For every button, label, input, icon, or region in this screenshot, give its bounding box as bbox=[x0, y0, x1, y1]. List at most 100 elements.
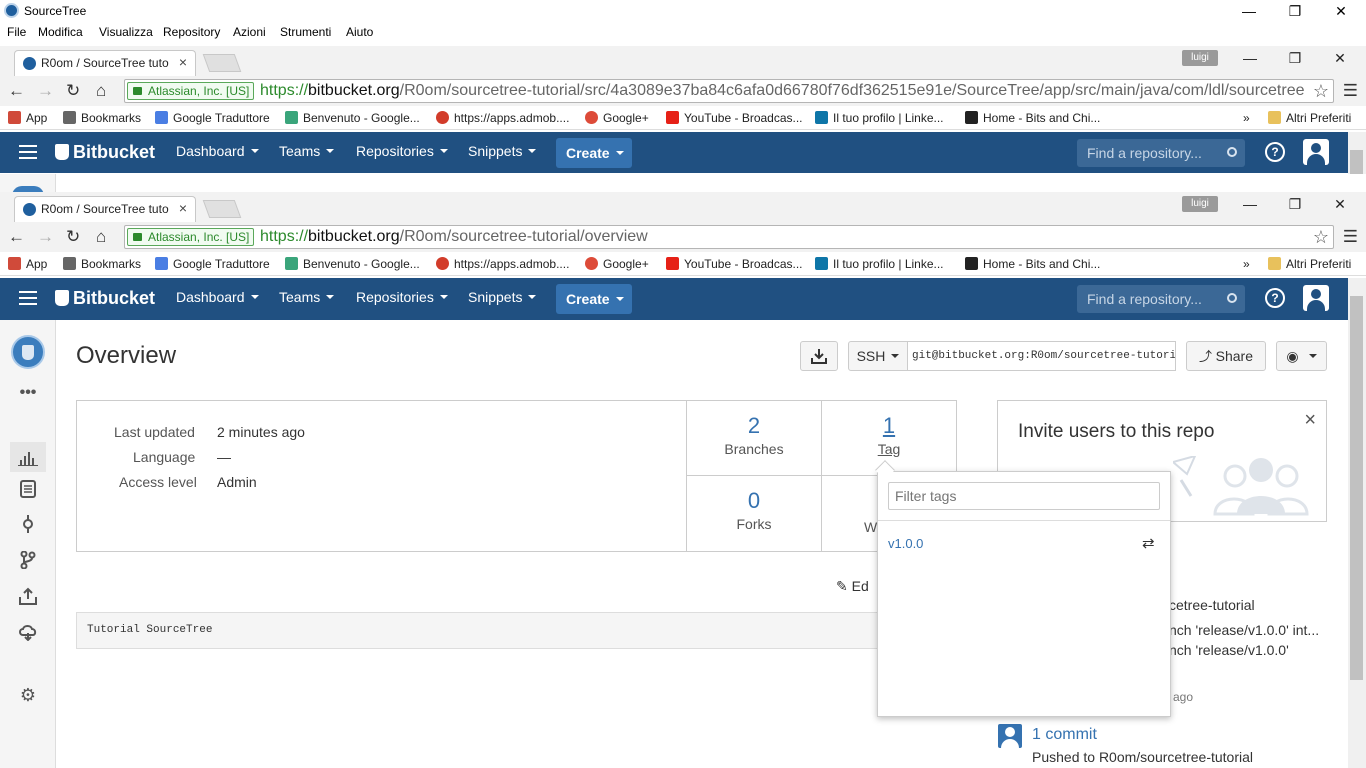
browser-restore-button[interactable]: ❐ bbox=[1275, 50, 1315, 67]
find-repo-input[interactable]: Find a repository... bbox=[1077, 285, 1245, 313]
nav-repositories[interactable]: Repositories bbox=[356, 289, 448, 305]
browser-close-button[interactable]: ✕ bbox=[1320, 196, 1360, 213]
url-field[interactable]: Atlassian, Inc. [US] https://bitbucket.o… bbox=[124, 225, 1334, 249]
reload-icon[interactable]: ↻ bbox=[66, 81, 80, 101]
branches-icon[interactable] bbox=[18, 550, 38, 570]
profile-badge[interactable]: luigi bbox=[1182, 196, 1218, 212]
bookmark-item[interactable]: Home - Bits and Chi... bbox=[965, 111, 1100, 125]
security-indicator[interactable]: Atlassian, Inc. [US] bbox=[127, 82, 255, 100]
bookmark-item[interactable]: Benvenuto - Google... bbox=[285, 111, 420, 125]
close-icon[interactable]: × bbox=[1304, 409, 1316, 432]
new-tab-button[interactable] bbox=[202, 54, 242, 72]
bookmark-item[interactable]: YouTube - Broadcas... bbox=[666, 111, 803, 125]
filter-tags-input[interactable] bbox=[888, 482, 1160, 510]
hamburger-icon[interactable] bbox=[19, 145, 37, 159]
menu-azioni[interactable]: Azioni bbox=[233, 25, 266, 39]
scrollbar-2[interactable] bbox=[1348, 278, 1366, 768]
nav-teams[interactable]: Teams bbox=[279, 289, 335, 305]
protocol-dropdown[interactable]: SSH bbox=[848, 341, 908, 371]
bookmark-item[interactable]: Il tuo profilo | Linke... bbox=[815, 111, 944, 125]
reload-icon[interactable]: ↻ bbox=[66, 227, 80, 247]
nav-snippets[interactable]: Snippets bbox=[468, 289, 537, 305]
menu-file[interactable]: File bbox=[7, 25, 26, 39]
bookmark-item[interactable]: Il tuo profilo | Linke... bbox=[815, 257, 944, 271]
source-icon[interactable] bbox=[18, 480, 38, 498]
scrollbar-1[interactable] bbox=[1348, 132, 1366, 174]
menu-modifica[interactable]: Modifica bbox=[38, 25, 83, 39]
other-bookmarks[interactable]: Altri Preferiti bbox=[1268, 257, 1351, 271]
help-icon[interactable]: ? bbox=[1265, 142, 1285, 162]
browser-restore-button[interactable]: ❐ bbox=[1275, 196, 1315, 213]
tag-item-v1-0-0[interactable]: v1.0.0 bbox=[888, 536, 923, 551]
minimize-button[interactable]: — bbox=[1226, 0, 1272, 22]
forward-icon[interactable]: → bbox=[37, 227, 54, 247]
clone-url-input[interactable]: git@bitbucket.org:R0om/sourcetree-tutori… bbox=[908, 341, 1176, 371]
branches-stat[interactable]: 2 Branches bbox=[686, 401, 821, 476]
nav-snippets[interactable]: Snippets bbox=[468, 143, 537, 159]
forward-icon[interactable]: → bbox=[37, 81, 54, 101]
back-icon[interactable]: ← bbox=[8, 227, 25, 247]
browser-minimize-button[interactable]: — bbox=[1230, 50, 1270, 66]
downloads-icon[interactable] bbox=[18, 587, 38, 605]
close-button[interactable]: ✕ bbox=[1318, 0, 1364, 22]
browser-minimize-button[interactable]: — bbox=[1230, 196, 1270, 212]
avatar[interactable] bbox=[1303, 285, 1329, 311]
other-bookmarks[interactable]: Altri Preferiti bbox=[1268, 111, 1351, 125]
bookmark-item[interactable]: Bookmarks bbox=[63, 111, 141, 125]
commit-link[interactable]: 1 commit bbox=[1032, 726, 1097, 744]
close-tab-icon[interactable]: × bbox=[179, 200, 187, 216]
bookmark-item[interactable]: Bookmarks bbox=[63, 257, 141, 271]
bookmark-item[interactable]: Google Traduttore bbox=[155, 257, 270, 271]
cloud-deploy-icon[interactable] bbox=[18, 623, 38, 642]
bookmark-item[interactable]: https://apps.admob.... bbox=[436, 111, 569, 125]
menu-visualizza[interactable]: Visualizza bbox=[99, 25, 153, 39]
bookmark-item[interactable]: Google Traduttore bbox=[155, 111, 270, 125]
bookmark-apps[interactable]: App bbox=[8, 111, 47, 125]
nav-teams[interactable]: Teams bbox=[279, 143, 335, 159]
menu-aiuto[interactable]: Aiuto bbox=[346, 25, 373, 39]
browser-menu-icon[interactable]: ☰ bbox=[1343, 81, 1358, 101]
bookmarks-overflow[interactable]: » bbox=[1243, 257, 1250, 271]
create-button[interactable]: Create bbox=[556, 138, 632, 168]
create-button[interactable]: Create bbox=[556, 284, 632, 314]
bookmark-item[interactable]: Google+ bbox=[585, 111, 649, 125]
overview-chart-icon[interactable] bbox=[10, 442, 46, 472]
nav-repositories[interactable]: Repositories bbox=[356, 143, 448, 159]
security-indicator[interactable]: Atlassian, Inc. [US] bbox=[127, 228, 255, 246]
new-tab-button[interactable] bbox=[202, 200, 242, 218]
compare-shuffle-icon[interactable]: ⇄ bbox=[1142, 534, 1155, 552]
bookmark-item[interactable]: Home - Bits and Chi... bbox=[965, 257, 1100, 271]
bookmark-item[interactable]: Google+ bbox=[585, 257, 649, 271]
commits-icon[interactable] bbox=[18, 515, 38, 533]
settings-gear-icon[interactable]: ⚙ bbox=[18, 685, 38, 705]
find-repo-input[interactable]: Find a repository... bbox=[1077, 139, 1245, 167]
browser-tab-1[interactable]: R0om / SourceTree tutoria × bbox=[14, 50, 196, 76]
browser-close-button[interactable]: ✕ bbox=[1320, 50, 1360, 67]
user-avatar-icon[interactable] bbox=[998, 724, 1022, 748]
bookmark-apps[interactable]: App bbox=[8, 257, 47, 271]
menu-repository[interactable]: Repository bbox=[163, 25, 220, 39]
maximize-button[interactable]: ❐ bbox=[1272, 0, 1318, 22]
bitbucket-logo[interactable]: Bitbucket bbox=[55, 288, 155, 309]
nav-dashboard[interactable]: Dashboard bbox=[176, 289, 259, 305]
repo-avatar[interactable] bbox=[11, 335, 45, 369]
bookmark-item[interactable]: https://apps.admob.... bbox=[436, 257, 569, 271]
share-button[interactable]: ⤴ Share bbox=[1186, 341, 1266, 371]
bookmark-star-icon[interactable]: ☆ bbox=[1313, 227, 1329, 248]
forks-stat[interactable]: 0 Forks bbox=[686, 476, 821, 551]
download-button[interactable] bbox=[800, 341, 838, 371]
hamburger-icon[interactable] bbox=[19, 291, 37, 305]
nav-dashboard[interactable]: Dashboard bbox=[176, 143, 259, 159]
bitbucket-logo[interactable]: Bitbucket bbox=[55, 142, 155, 163]
bookmark-item[interactable]: YouTube - Broadcas... bbox=[666, 257, 803, 271]
bookmark-item[interactable]: Benvenuto - Google... bbox=[285, 257, 420, 271]
browser-tab-2[interactable]: R0om / SourceTree tutoria × bbox=[14, 196, 196, 222]
browser-menu-icon[interactable]: ☰ bbox=[1343, 227, 1358, 247]
avatar[interactable] bbox=[1303, 139, 1329, 165]
menu-strumenti[interactable]: Strumenti bbox=[280, 25, 331, 39]
close-tab-icon[interactable]: × bbox=[179, 54, 187, 70]
bookmarks-overflow[interactable]: » bbox=[1243, 111, 1250, 125]
url-field[interactable]: Atlassian, Inc. [US] https://bitbucket.o… bbox=[124, 79, 1334, 103]
watch-dropdown[interactable]: ◉ bbox=[1276, 341, 1327, 371]
bookmark-star-icon[interactable]: ☆ bbox=[1313, 81, 1329, 102]
